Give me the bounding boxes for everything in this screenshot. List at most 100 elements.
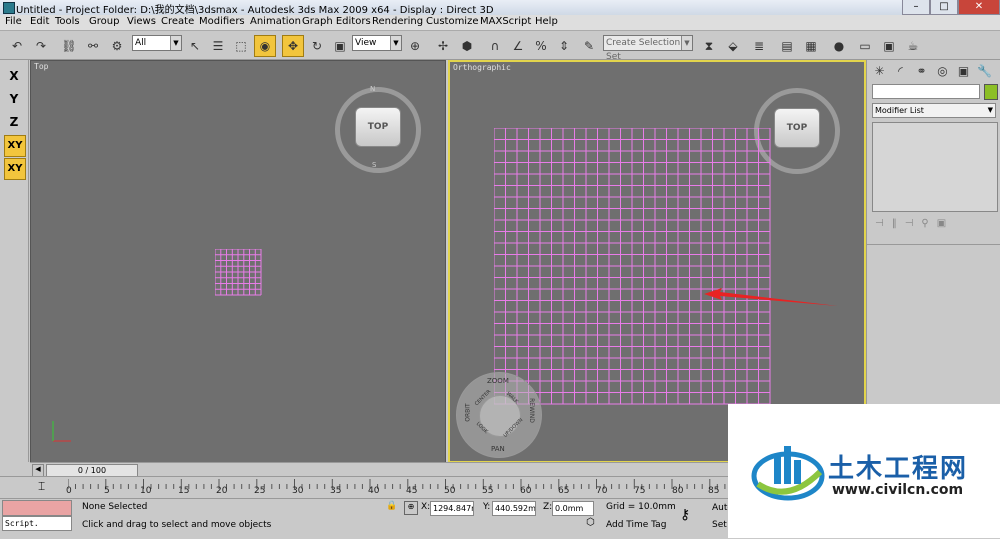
compass-south: S <box>372 161 377 169</box>
small-plane-mesh[interactable] <box>215 249 265 299</box>
viewport-top[interactable]: Top N S TOP <box>30 60 446 463</box>
app-icon[interactable] <box>3 2 15 14</box>
modifier-list-dropdown[interactable]: Modifier List ▼ <box>872 103 996 118</box>
steering-wheel[interactable]: ZOOM ORBIT PAN REWIND CENTER WALK LOOK U… <box>456 372 542 458</box>
tick-label: 15 <box>178 486 190 496</box>
lock-icon[interactable]: 🔒 <box>386 501 397 511</box>
stack-tools-icons[interactable]: ⊣‖⊣⚲▣ <box>875 218 954 229</box>
reference-coordinate-dropdown[interactable]: View ▼ <box>352 35 402 51</box>
maximize-button[interactable]: □ <box>930 0 958 15</box>
y-coordinate-field[interactable]: 440.592mm <box>492 501 536 516</box>
rectangular-selection-icon[interactable]: ⬚ <box>230 35 252 57</box>
axis-xy-cycle-button[interactable]: XY <box>4 158 26 180</box>
motion-tab-icon[interactable]: ◎ <box>933 62 952 81</box>
tick-label: 25 <box>254 486 266 496</box>
select-and-scale-icon[interactable]: ▣ <box>329 35 351 57</box>
menu-create[interactable]: Create <box>161 16 194 27</box>
rendered-frame-icon[interactable]: ▣ <box>878 35 900 57</box>
manipulate-icon[interactable]: ✢ <box>432 35 454 57</box>
y-label: Y: <box>483 502 491 512</box>
viewcube[interactable]: TOP <box>355 107 401 147</box>
absolute-transform-icon[interactable]: ⊕ <box>404 501 418 515</box>
wheel-rewind[interactable]: REWIND <box>528 398 535 423</box>
tick-label: 10 <box>140 486 152 496</box>
wheel-orbit[interactable]: ORBIT <box>465 403 472 421</box>
display-tab-icon[interactable]: ▣ <box>954 62 973 81</box>
modifier-stack[interactable] <box>872 122 998 212</box>
modify-tab-icon[interactable]: ◜ <box>891 62 910 81</box>
object-color-swatch[interactable] <box>984 84 998 100</box>
named-selection-set-input[interactable]: Create Selection Set ▼ <box>603 35 693 62</box>
viewcube[interactable]: TOP <box>774 108 820 148</box>
tick-label: 5 <box>104 486 110 496</box>
unlink-icon[interactable]: ⚯ <box>82 35 104 57</box>
align-icon[interactable]: ⬙ <box>722 35 744 57</box>
key-icon[interactable]: ⚷ <box>680 507 690 523</box>
percent-snap-icon[interactable]: % <box>530 35 552 57</box>
mirror-icon[interactable]: ⧗ <box>698 35 720 57</box>
x-coordinate-field[interactable]: 1294.847m <box>430 501 474 516</box>
window-crossing-icon[interactable]: ◉ <box>254 35 276 57</box>
render-setup-icon[interactable]: ▭ <box>854 35 876 57</box>
axis-y-button[interactable]: Y <box>4 89 24 109</box>
z-label: Z: <box>543 502 553 512</box>
axis-z-button[interactable]: Z <box>4 112 24 132</box>
close-button[interactable]: ✕ <box>958 0 1000 15</box>
undo-icon[interactable]: ↶ <box>6 35 28 57</box>
menu-modifiers[interactable]: Modifiers <box>199 16 245 27</box>
chevron-down-icon: ▼ <box>390 36 401 50</box>
axis-x-button[interactable]: X <box>4 66 24 86</box>
selection-filter-dropdown[interactable]: All ▼ <box>132 35 182 51</box>
time-tag-icon[interactable]: ⬡ <box>586 517 595 528</box>
angle-snap-icon[interactable]: ∠ <box>507 35 529 57</box>
menu-graph-editors[interactable]: Graph Editors <box>302 16 371 27</box>
link-icon[interactable]: ⛓ <box>58 35 80 57</box>
hierarchy-tab-icon[interactable]: ⚭ <box>912 62 931 81</box>
menu-animation[interactable]: Animation <box>250 16 301 27</box>
select-by-name-icon[interactable]: ☰ <box>207 35 229 57</box>
mini-curve-editor-icon[interactable]: ⌶ <box>38 479 45 494</box>
add-time-tag-button[interactable]: Add Time Tag <box>606 520 666 530</box>
large-plane-mesh[interactable] <box>494 128 774 408</box>
menu-help[interactable]: Help <box>535 16 558 27</box>
redo-icon[interactable]: ↷ <box>30 35 52 57</box>
menu-customize[interactable]: Customize <box>426 16 479 27</box>
snap-toggle-icon[interactable]: ∩ <box>484 35 506 57</box>
maxscript-listener-mini[interactable] <box>2 500 72 516</box>
utilities-tab-icon[interactable]: 🔧 <box>975 62 994 81</box>
render-teapot-icon[interactable]: ☕ <box>902 35 924 57</box>
window-title-bar: Untitled - Project Folder: D:\我的文档\3dsma… <box>0 0 1000 16</box>
material-editor-icon[interactable]: ● <box>828 35 850 57</box>
viewport-label[interactable]: Top <box>34 62 48 71</box>
create-tab-icon[interactable]: ✳ <box>870 62 889 81</box>
axis-xy-button[interactable]: XY <box>4 135 26 157</box>
wheel-zoom[interactable]: ZOOM <box>487 377 509 385</box>
viewport-orthographic[interactable]: Orthographic TOP ZOOM ORBIT PAN REWIND C… <box>448 60 866 463</box>
select-and-rotate-icon[interactable]: ↻ <box>306 35 328 57</box>
spinner-snap-icon[interactable]: ⇕ <box>553 35 575 57</box>
bind-space-warp-icon[interactable]: ⚙ <box>106 35 128 57</box>
edit-named-selection-icon[interactable]: ✎ <box>578 35 600 57</box>
pivot-center-icon[interactable]: ⊕ <box>404 35 426 57</box>
menu-tools[interactable]: Tools <box>55 16 80 27</box>
selection-status: None Selected <box>82 502 148 512</box>
select-and-move-icon[interactable]: ✥ <box>282 35 304 57</box>
keyboard-shortcut-icon[interactable]: ⬢ <box>456 35 478 57</box>
wheel-pan[interactable]: PAN <box>491 445 505 453</box>
menu-maxscript[interactable]: MAXScript <box>480 16 531 27</box>
axis-constraints-toolbar: X Y Z XY XY <box>0 60 29 462</box>
viewport-label[interactable]: Orthographic <box>453 63 511 72</box>
menu-edit[interactable]: Edit <box>30 16 49 27</box>
select-object-icon[interactable]: ↖ <box>184 35 206 57</box>
menu-file[interactable]: File <box>5 16 22 27</box>
object-name-field[interactable] <box>872 84 980 99</box>
menu-rendering[interactable]: Rendering <box>372 16 423 27</box>
curve-editor-icon[interactable]: ▤ <box>776 35 798 57</box>
layer-manager-icon[interactable]: ≣ <box>748 35 770 57</box>
maxscript-input[interactable]: Script. <box>2 516 72 531</box>
z-coordinate-field[interactable]: 0.0mm <box>552 501 594 516</box>
schematic-view-icon[interactable]: ▦ <box>800 35 822 57</box>
menu-views[interactable]: Views <box>127 16 156 27</box>
menu-group[interactable]: Group <box>89 16 119 27</box>
minimize-button[interactable]: – <box>902 0 930 15</box>
